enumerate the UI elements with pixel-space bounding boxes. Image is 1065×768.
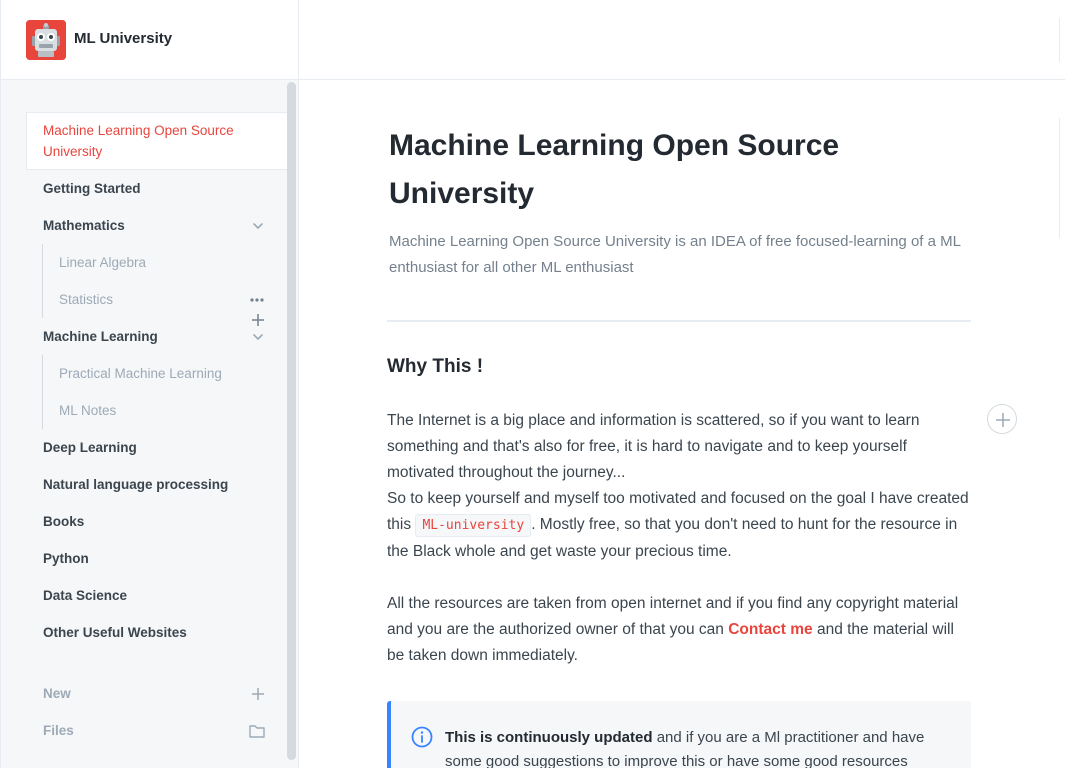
more-options-icon[interactable] [249,293,265,307]
sidebar-item-label: Machine Learning [43,329,158,344]
title-divider [387,320,971,322]
section-heading: Why This ! [387,356,484,377]
sidebar-subgroup-mathematics: Linear Algebra Statistics [26,244,287,326]
sidebar-subgroup-machine-learning: Practical Machine Learning ML Notes [26,355,287,429]
sidebar-item-label: Statistics [59,292,114,307]
sidebar-item-linear-algebra[interactable]: Linear Algebra [26,244,287,281]
info-icon [411,726,433,748]
sidebar-item-mathematics[interactable]: Mathematics [26,207,287,244]
plus-icon [252,688,264,700]
add-block-button[interactable] [987,404,1017,434]
files-label: Files [43,723,74,738]
sidebar-bottom-actions: New Files [26,675,287,749]
paragraph-copyright: All the resources are taken from open in… [387,591,971,669]
sidebar-item-practical-machine-learning[interactable]: Practical Machine Learning [26,355,287,392]
sidebar-item-label: Practical Machine Learning [59,366,222,381]
contact-me-link[interactable]: Contact me [728,621,812,638]
inline-code: ML-university [415,514,532,537]
content-right-divider [1059,118,1060,238]
sidebar-item-python[interactable]: Python [26,540,287,577]
sidebar-item-label: ML Notes [59,403,117,418]
sidebar-item-label: Data Science [43,588,128,603]
header-divider [1059,18,1060,62]
robot-icon[interactable] [26,20,66,60]
plus-icon [996,413,1010,427]
chevron-down-icon[interactable] [251,219,265,233]
sidebar-item-machine-learning[interactable]: Machine Learning [26,318,287,355]
page-title: Machine Learning Open Source University [389,129,840,210]
paragraph-intro: The Internet is a big place and informat… [387,412,920,481]
sidebar-item-label: Other Useful Websites [43,625,187,640]
sidebar-item-statistics[interactable]: Statistics [26,281,287,326]
sidebar-nav: Machine Learning Open Source University … [26,112,287,651]
sidebar-item-data-science[interactable]: Data Science [26,577,287,614]
sidebar-item-ml-notes[interactable]: ML Notes [26,392,287,429]
sidebar-item-label: Getting Started [43,181,141,196]
sidebar-item-label: Mathematics [43,218,125,233]
sidebar-item-getting-started[interactable]: Getting Started [26,170,287,207]
chevron-down-icon[interactable] [251,330,265,344]
files-button[interactable]: Files [26,712,287,749]
sidebar-item-books[interactable]: Books [26,503,287,540]
sidebar-item-other-useful-websites[interactable]: Other Useful Websites [26,614,287,651]
sidebar-item-label: Machine Learning Open Source University [43,123,234,159]
top-header: ML University [0,0,1065,80]
sidebar-scrollbar[interactable] [287,82,296,760]
sidebar-item-nlp[interactable]: Natural language processing [26,466,287,503]
sidebar: Machine Learning Open Source University … [0,80,299,768]
sidebar-item-label: Python [43,551,89,566]
new-page-button[interactable]: New [26,675,287,712]
brand-name[interactable]: ML University [74,30,172,47]
sidebar-item-label: Natural language processing [43,477,229,492]
sidebar-item-label: Deep Learning [43,440,137,455]
hint-bold-text: This is continuously updated [445,729,653,746]
new-label: New [43,686,71,701]
page-description: Machine Learning Open Source University … [389,233,961,276]
sidebar-item-label: Linear Algebra [59,255,147,270]
hint-text: This is continuously updated and if you … [445,726,955,768]
sidebar-item-deep-learning[interactable]: Deep Learning [26,429,287,466]
paragraph-motivation: So to keep yourself and myself too motiv… [387,486,971,565]
sidebar-item-label: Books [43,514,85,529]
header-brand-area: ML University [0,0,299,80]
info-hint-box: This is continuously updated and if you … [387,701,971,768]
sidebar-item-ml-open-source-university[interactable]: Machine Learning Open Source University [26,112,287,170]
folder-icon [249,725,265,738]
